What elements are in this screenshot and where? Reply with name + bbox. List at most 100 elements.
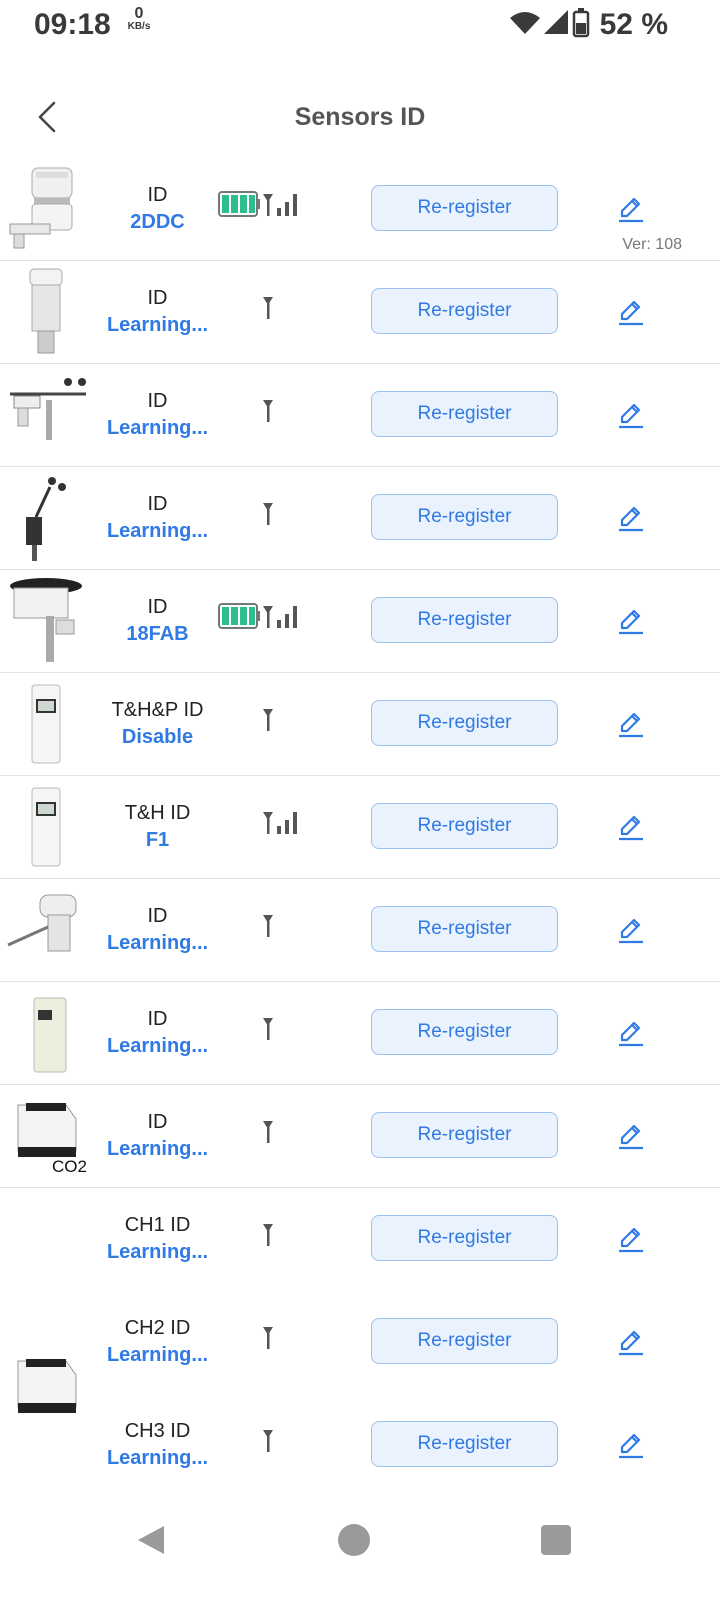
re-register-button[interactable]: Re-register — [371, 1421, 558, 1467]
sensor-id-label: ID — [147, 184, 168, 206]
sensor-row: T&H ID F1 Re-register — [0, 776, 720, 879]
network-speed-value: 0 — [134, 5, 144, 22]
ultrasonic-anemometer-image — [9, 167, 73, 249]
firmware-version: Ver: 108 — [622, 236, 682, 253]
battery-full-icon — [218, 191, 260, 217]
edit-pencil-icon[interactable] — [616, 400, 646, 430]
re-register-button[interactable]: Re-register — [371, 494, 558, 540]
sensor-id-value: Learning... — [106, 1035, 209, 1057]
edit-pencil-icon[interactable] — [616, 1224, 646, 1254]
edit-pencil-icon[interactable] — [616, 812, 646, 842]
sensor-id: ID Learning... — [90, 903, 225, 957]
sensor-id-label: T&H ID — [124, 802, 191, 824]
sensor-id-value: Learning... — [106, 1447, 209, 1469]
edit-pencil-icon[interactable] — [616, 297, 646, 327]
battery-icon — [572, 8, 590, 38]
sensor-row: ID Learning... Re-register — [0, 879, 720, 982]
sensor-id-value: F1 — [145, 829, 170, 851]
edit-pencil-icon[interactable] — [616, 606, 646, 636]
antenna-icon — [263, 194, 273, 216]
re-register-button[interactable]: Re-register — [371, 288, 558, 334]
antenna-icon — [263, 297, 273, 319]
edit-pencil-icon[interactable] — [616, 1018, 646, 1048]
app-header: Sensors ID — [0, 75, 720, 155]
sensor-id-label: ID — [147, 905, 168, 927]
sensor-id-value: 2DDC — [130, 211, 185, 233]
sensor-id: CH3 ID Learning... — [90, 1418, 225, 1472]
signal-bars-icon — [277, 812, 297, 834]
sensor-id-label: T&H&P ID — [111, 699, 204, 721]
system-navigation-bar — [0, 1480, 720, 1600]
sensor-id-label: ID — [147, 596, 168, 618]
antenna-icon — [263, 400, 273, 422]
wind-sensor-image — [26, 477, 66, 561]
re-register-button[interactable]: Re-register — [371, 1318, 558, 1364]
edit-pencil-icon[interactable] — [616, 915, 646, 945]
sensor-id-value: Learning... — [106, 1138, 209, 1160]
re-register-button[interactable]: Re-register — [371, 803, 558, 849]
sensor-id: ID Learning... — [90, 1006, 225, 1060]
antenna-icon — [263, 812, 273, 834]
nav-back-icon[interactable] — [134, 1522, 170, 1558]
signal-bars-icon — [277, 194, 297, 216]
lightning-sensor-image — [33, 997, 67, 1073]
sensor-id: ID Learning... — [90, 1109, 225, 1163]
nav-recents-icon[interactable] — [538, 1522, 574, 1558]
edit-pencil-icon[interactable] — [616, 1327, 646, 1357]
nav-home-icon[interactable] — [336, 1522, 372, 1558]
wifi-icon — [510, 12, 540, 34]
sensor-id-value: Learning... — [106, 417, 209, 439]
sensor-id: ID 18FAB — [90, 594, 225, 648]
sensor-id: T&H ID F1 — [90, 800, 225, 854]
sensor-row: ID Learning... Re-register — [0, 261, 720, 364]
edit-pencil-icon[interactable] — [616, 1121, 646, 1151]
sensor-id: ID Learning... — [90, 388, 225, 442]
edit-pencil-icon[interactable] — [616, 1430, 646, 1460]
sensor-id-label: ID — [147, 287, 168, 309]
network-speed: 0 KB/s — [122, 6, 156, 32]
sensor-id-label: ID — [147, 1111, 168, 1133]
re-register-button[interactable]: Re-register — [371, 906, 558, 952]
sensor-row: ID Learning... Re-register — [0, 364, 720, 467]
weather-station-array-image — [10, 378, 86, 440]
sensor-id-label: ID — [147, 493, 168, 515]
antenna-icon — [263, 1224, 273, 1246]
soil-probe-sensor-image — [7, 894, 77, 952]
re-register-button[interactable]: Re-register — [371, 1215, 558, 1261]
edit-pencil-icon[interactable] — [616, 709, 646, 739]
sensor-id: ID Learning... — [90, 285, 225, 339]
antenna-icon — [263, 709, 273, 731]
signal-status — [218, 603, 297, 629]
re-register-button[interactable]: Re-register — [371, 391, 558, 437]
antenna-icon — [263, 503, 273, 525]
sensor-id-value: Learning... — [106, 314, 209, 336]
cell-signal-icon — [544, 10, 568, 34]
signal-bars-icon — [277, 606, 297, 628]
status-icons — [510, 8, 590, 38]
sensor-row: CH2 ID Learning... Re-register — [0, 1291, 720, 1413]
re-register-button[interactable]: Re-register — [371, 1009, 558, 1055]
sensor-row: ID 2DDC Re-register Ver: 108 — [0, 158, 720, 261]
sensor-id-value: Learning... — [106, 932, 209, 954]
re-register-button[interactable]: Re-register — [371, 185, 558, 231]
re-register-button[interactable]: Re-register — [371, 700, 558, 746]
sensor-id: CH1 ID Learning... — [90, 1212, 225, 1266]
sensor-id: ID Learning... — [90, 491, 225, 545]
antenna-icon — [263, 915, 273, 937]
battery-full-icon — [218, 603, 260, 629]
sensor-id-value: Learning... — [106, 520, 209, 542]
rain-collector-image — [10, 578, 82, 662]
antenna-icon — [263, 1018, 273, 1040]
re-register-button[interactable]: Re-register — [371, 1112, 558, 1158]
re-register-button[interactable]: Re-register — [371, 597, 558, 643]
edit-pencil-icon[interactable] — [616, 194, 646, 224]
thermo-hygro-sensor-image — [31, 787, 61, 867]
sensor-row: CO2 ID Learning... Re-register — [0, 1085, 720, 1188]
sensor-row: CH1 ID Learning... Re-register — [0, 1188, 720, 1291]
sensor-id-label: ID — [147, 390, 168, 412]
edit-pencil-icon[interactable] — [616, 503, 646, 533]
sensor-row: ID 18FAB Re-register — [0, 570, 720, 673]
sensor-row: ID Learning... Re-register — [0, 467, 720, 570]
status-time: 09:18 — [34, 8, 111, 41]
thermo-hygro-sensor-image — [31, 684, 61, 764]
